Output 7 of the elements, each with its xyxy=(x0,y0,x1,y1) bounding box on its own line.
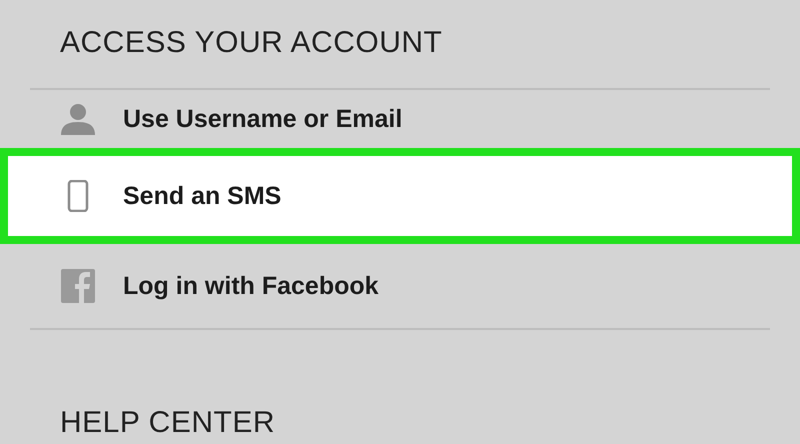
facebook-icon xyxy=(60,269,96,303)
section-heading: HELP CENTER xyxy=(60,406,276,440)
section-heading: ACCESS YOUR ACCOUNT xyxy=(60,26,442,60)
menu-item[interactable]: Use Username or Email xyxy=(0,90,800,148)
person-icon xyxy=(60,103,96,135)
menu-item[interactable]: Send an SMS xyxy=(0,148,800,244)
menu-item[interactable]: Log in with Facebook xyxy=(0,244,800,328)
